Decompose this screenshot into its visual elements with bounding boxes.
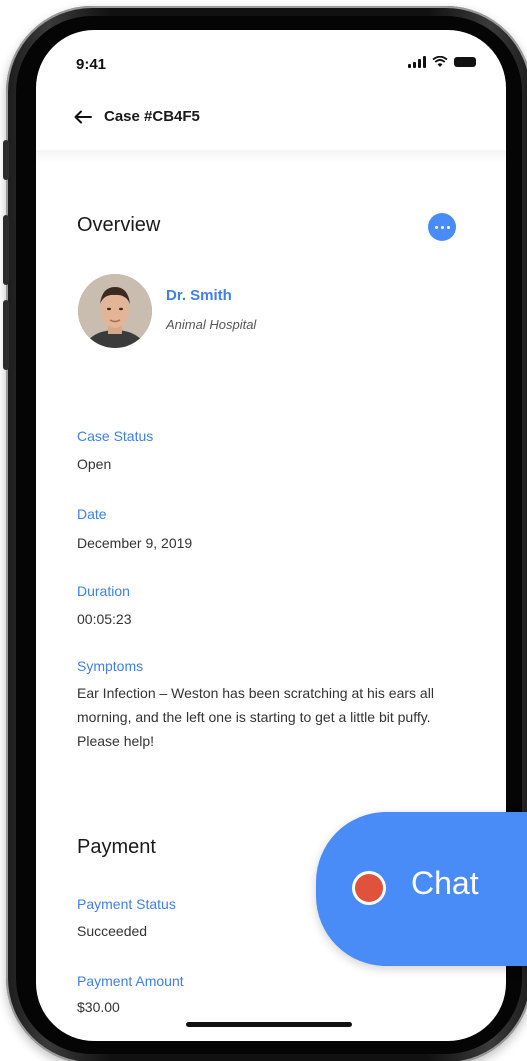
payment-status-value: Succeeded	[77, 923, 148, 939]
more-options-button[interactable]	[428, 213, 456, 241]
doctor-organization: Animal Hospital	[166, 317, 257, 332]
more-icon	[434, 225, 438, 229]
signal-icon	[408, 56, 426, 68]
case-status-value: Open	[77, 456, 112, 472]
payment-title: Payment	[77, 836, 156, 858]
duration-label: Duration	[77, 583, 130, 599]
mute-switch	[3, 140, 9, 180]
doctor-avatar	[78, 274, 152, 348]
case-title: Case #CB4F5	[104, 108, 200, 125]
stage: 9:41 Case #CB4F5 Overview Dr. Smith Anim…	[0, 0, 527, 1061]
header-bar: Case #CB4F5	[74, 108, 200, 125]
payment-amount-label: Payment Amount	[77, 973, 184, 989]
recording-dot-icon	[355, 874, 383, 902]
back-arrow-icon[interactable]	[74, 110, 92, 124]
status-icons	[408, 56, 476, 68]
overview-title: Overview	[77, 214, 161, 236]
header-divider	[36, 150, 506, 164]
volume-up-button	[3, 215, 9, 285]
wifi-icon	[432, 56, 448, 67]
home-indicator[interactable]	[186, 1022, 352, 1027]
doctor-name[interactable]: Dr. Smith	[166, 287, 232, 304]
symptoms-value: Ear Infection – Weston has been scratchi…	[77, 685, 434, 749]
battery-icon	[454, 57, 476, 67]
date-label: Date	[77, 506, 107, 522]
chat-button[interactable]: Chat	[316, 812, 527, 966]
case-status-label: Case Status	[77, 428, 154, 444]
chat-label: Chat	[411, 865, 479, 901]
date-value: December 9, 2019	[77, 535, 193, 551]
status-time: 9:41	[76, 56, 107, 73]
volume-down-button	[3, 300, 9, 370]
symptoms-label: Symptoms	[77, 658, 144, 674]
payment-status-label: Payment Status	[77, 896, 176, 912]
duration-value: 00:05:23	[77, 611, 132, 627]
payment-amount-value: $30.00	[77, 999, 120, 1015]
